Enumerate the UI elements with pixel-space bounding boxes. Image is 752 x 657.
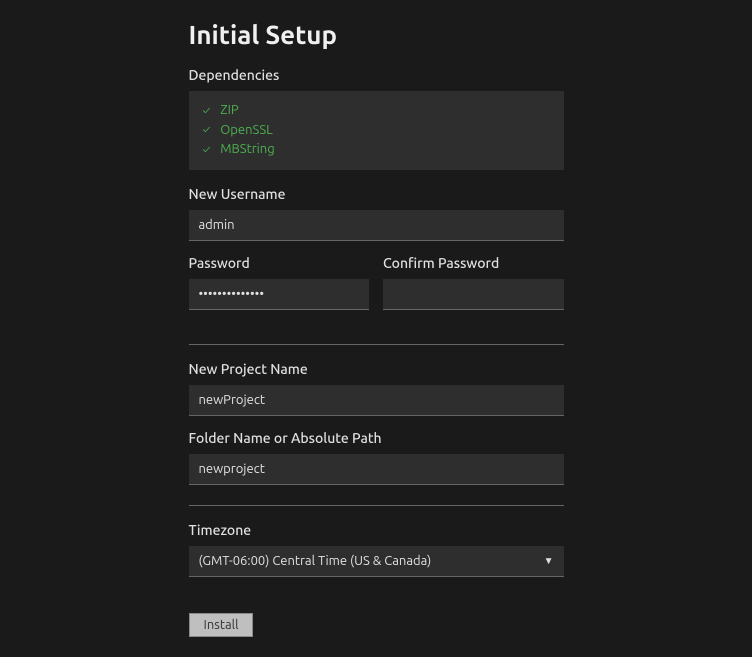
confirm-password-input[interactable]	[383, 279, 564, 310]
dependency-item: ✓ OpenSSL	[203, 121, 550, 141]
divider	[189, 344, 564, 345]
timezone-select-wrap: (GMT-06:00) Central Time (US & Canada) ▼	[189, 546, 564, 577]
dependency-item: ✓ ZIP	[203, 101, 550, 121]
page-title: Initial Setup	[189, 20, 564, 49]
timezone-field: Timezone (GMT-06:00) Central Time (US & …	[189, 522, 564, 577]
check-icon: ✓	[203, 142, 211, 159]
divider	[189, 505, 564, 506]
dependency-name: ZIP	[220, 101, 238, 121]
folder-field: Folder Name or Absolute Path	[189, 430, 564, 485]
folder-label: Folder Name or Absolute Path	[189, 430, 564, 446]
project-name-field: New Project Name	[189, 361, 564, 416]
install-button[interactable]: Install	[189, 613, 254, 637]
password-input[interactable]	[189, 279, 370, 310]
timezone-label: Timezone	[189, 522, 564, 538]
check-icon: ✓	[203, 103, 211, 120]
project-name-label: New Project Name	[189, 361, 564, 377]
dependencies-box: ✓ ZIP ✓ OpenSSL ✓ MBString	[189, 91, 564, 170]
check-icon: ✓	[203, 122, 211, 139]
confirm-password-label: Confirm Password	[383, 255, 564, 271]
folder-input[interactable]	[189, 454, 564, 485]
timezone-select[interactable]: (GMT-06:00) Central Time (US & Canada)	[189, 546, 564, 576]
password-label: Password	[189, 255, 370, 271]
dependency-name: MBString	[220, 140, 274, 160]
setup-form: Initial Setup Dependencies ✓ ZIP ✓ OpenS…	[189, 20, 564, 637]
dependencies-section: Dependencies ✓ ZIP ✓ OpenSSL ✓ MBString	[189, 67, 564, 170]
project-name-input[interactable]	[189, 385, 564, 416]
dependencies-label: Dependencies	[189, 67, 564, 83]
username-field: New Username	[189, 186, 564, 241]
dependency-name: OpenSSL	[220, 121, 273, 141]
username-input[interactable]	[189, 210, 564, 241]
password-field: Password	[189, 255, 370, 310]
username-label: New Username	[189, 186, 564, 202]
confirm-password-field: Confirm Password	[383, 255, 564, 310]
dependency-item: ✓ MBString	[203, 140, 550, 160]
